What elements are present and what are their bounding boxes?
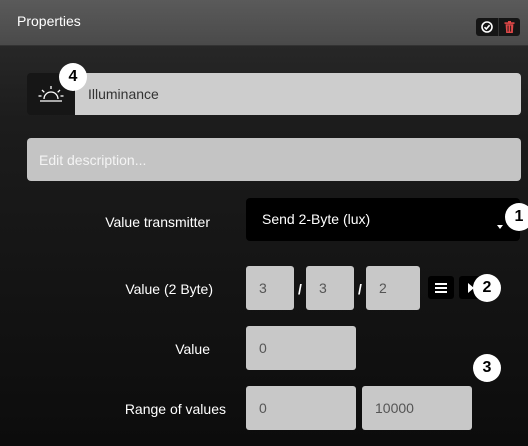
- properties-panel: Properties Illuminance Edit description.…: [0, 0, 528, 446]
- address-middle-input[interactable]: 3: [306, 266, 354, 310]
- address-list-button[interactable]: [428, 276, 454, 299]
- delete-button[interactable]: [497, 18, 520, 36]
- range-label: Range of values: [124, 401, 226, 417]
- callout-badge-4: 4: [59, 63, 87, 91]
- chevron-down-icon: [497, 225, 503, 229]
- value-transmitter-selected: Send 2-Byte (lux): [262, 211, 371, 227]
- description-field[interactable]: [27, 138, 521, 181]
- range-max-input[interactable]: 10000: [362, 386, 472, 430]
- callout-badge-1: 1: [505, 203, 528, 231]
- address-main-input[interactable]: 3: [246, 266, 294, 310]
- address-separator: /: [298, 281, 302, 297]
- value-transmitter-label: Value transmitter: [105, 214, 210, 230]
- callout-badge-3: 3: [473, 354, 501, 382]
- value-transmitter-select[interactable]: Send 2-Byte (lux): [246, 198, 520, 241]
- illuminance-sun-icon: [38, 86, 64, 102]
- trash-icon: [504, 21, 515, 33]
- check-circle-icon: [480, 21, 493, 33]
- callout-badge-2: 2: [473, 274, 501, 302]
- panel-title: Properties: [17, 13, 81, 29]
- list-icon: [435, 282, 447, 293]
- value-input[interactable]: 0: [246, 326, 356, 370]
- confirm-button[interactable]: [476, 18, 498, 36]
- object-name-field[interactable]: Illuminance: [75, 73, 521, 115]
- address-separator: /: [358, 281, 362, 297]
- value-label: Value: [175, 341, 210, 357]
- address-sub-input[interactable]: 2: [366, 266, 420, 310]
- address-label: Value (2 Byte): [125, 281, 213, 297]
- panel-header: Properties: [0, 0, 528, 46]
- range-min-input[interactable]: 0: [246, 386, 356, 430]
- header-button-group: [476, 18, 520, 36]
